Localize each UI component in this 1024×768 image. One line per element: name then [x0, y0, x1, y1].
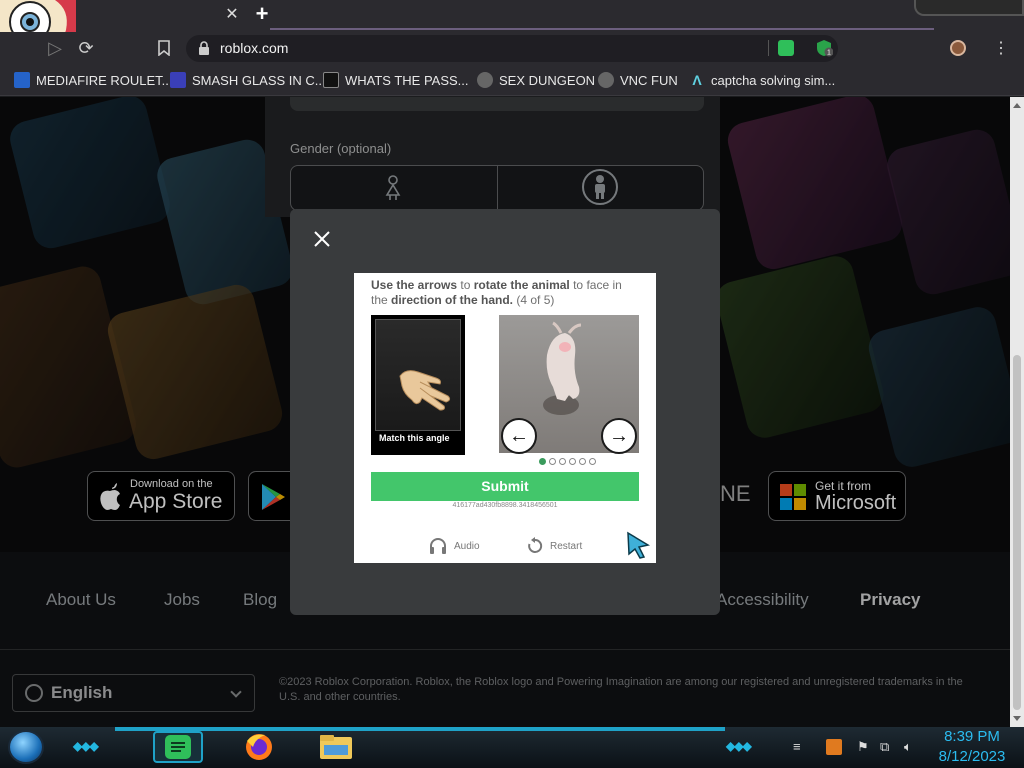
bookmark-vnc-fun[interactable]: VNC FUN — [598, 71, 678, 89]
headphones-icon — [430, 538, 446, 554]
bookmark-icon: Λ — [692, 72, 702, 88]
progress-dot — [549, 458, 556, 465]
mediafire-icon — [14, 72, 30, 88]
system-clock[interactable]: 8:39 PM 8/12/2023 — [934, 727, 1010, 767]
progress-dots — [539, 458, 596, 465]
clock-time: 8:39 PM — [944, 728, 1000, 745]
session-id: 416177ad430fb8898.3418456501 — [452, 502, 558, 509]
bookmark-icon — [323, 72, 339, 88]
flag-icon[interactable]: ⚑ — [857, 739, 869, 755]
bookmark-icon — [477, 72, 493, 88]
progress-dot — [589, 458, 596, 465]
taskbar-decoration: ◆◆◆ — [726, 739, 752, 753]
profile-icon[interactable] — [950, 40, 966, 56]
taskbar-app-notes[interactable] — [153, 731, 203, 763]
restart-label: Restart — [550, 540, 583, 552]
bookmarks-bar: MEDIAFIRE ROULET... SMASH GLASS IN C... … — [0, 64, 1024, 96]
hand-icon — [399, 370, 451, 411]
bookmark-label: VNC FUN — [620, 72, 678, 88]
navigation-bar: ▷ ⟳ roblox.com — [0, 32, 1024, 64]
bookmark-icon — [170, 72, 186, 88]
address-bar[interactable]: roblox.com — [186, 35, 838, 62]
toolbar-separator — [768, 40, 769, 56]
audio-label: Audio — [454, 540, 480, 552]
extension-green-icon[interactable] — [778, 40, 794, 56]
new-tab-button[interactable]: + — [250, 3, 274, 26]
url-text: roblox.com — [220, 40, 289, 56]
close-icon[interactable] — [312, 229, 332, 249]
svg-text:1: 1 — [827, 50, 831, 57]
bookmark-label: WHATS THE PASS... — [345, 72, 469, 88]
bookmark-smash-glass[interactable]: SMASH GLASS IN C... — [170, 71, 326, 89]
forward-icon[interactable]: ▷ — [42, 36, 68, 60]
rotate-right-button[interactable]: → — [601, 418, 637, 454]
tray-app-icon[interactable] — [826, 739, 842, 755]
clock-date: 8/12/2023 — [938, 748, 1006, 765]
bookmark-mediafire[interactable]: MEDIAFIRE ROULET... — [14, 71, 173, 89]
roblox-signup-page: Gender (optional) Download on the App St… — [0, 97, 1010, 727]
bookmark-label: SMASH GLASS IN C... — [192, 72, 326, 88]
progress-dot — [579, 458, 586, 465]
menu-icon[interactable]: ⋮ — [993, 38, 1009, 58]
progress-dot — [559, 458, 566, 465]
bookmark-label: SEX DUNGEON — [499, 72, 596, 88]
tab-close-button[interactable]: ✕ — [222, 5, 242, 25]
bookmark-captcha-sim[interactable]: Λ captcha solving sim... — [689, 71, 835, 89]
rotate-left-button[interactable]: ← — [501, 418, 537, 454]
bookmark-dungeon[interactable]: SEX DUNGEON — [477, 71, 595, 89]
progress-dot — [569, 458, 576, 465]
taskbar-file-explorer-icon[interactable] — [312, 731, 362, 763]
tray-expand-icon[interactable]: ≡ — [793, 739, 801, 754]
bookmark-label: MEDIAFIRE ROULET... — [36, 72, 173, 88]
reference-hand-image: Match this angle — [371, 315, 465, 455]
taskbar-firefox-icon[interactable] — [235, 731, 285, 763]
network-icon[interactable]: ⧉ — [880, 739, 889, 755]
restart-button[interactable]: Restart — [526, 537, 582, 555]
tab-bar — [0, 0, 1024, 32]
volume-icon[interactable]: 🔈︎ — [904, 739, 912, 755]
mouse-cursor-icon — [627, 531, 650, 559]
captcha-challenge: Use the arrows to rotate the animal to f… — [354, 273, 656, 563]
progress-dot — [539, 458, 546, 465]
bookmark-icon — [598, 72, 614, 88]
reload-icon[interactable]: ⟳ — [73, 36, 99, 60]
page-scrollbar[interactable] — [1010, 97, 1024, 727]
bookmark-whats-the-pass[interactable]: WHATS THE PASS... — [323, 71, 469, 89]
taskbar-decoration: ◆◆◆ — [73, 739, 99, 753]
start-button[interactable] — [8, 730, 44, 764]
submit-button[interactable]: Submit — [371, 472, 639, 501]
restart-icon — [528, 537, 543, 553]
bookmark-star-icon[interactable] — [151, 36, 177, 60]
captcha-modal: Use the arrows to rotate the animal to f… — [290, 209, 720, 615]
bookmark-label: captcha solving sim... — [711, 72, 836, 88]
match-angle-label: Match this angle — [379, 433, 450, 443]
audio-button[interactable]: Audio — [428, 537, 480, 555]
lock-icon — [199, 41, 209, 55]
extension-shield-icon[interactable]: 1 — [815, 39, 834, 57]
captcha-instructions: Use the arrows to rotate the animal to f… — [371, 278, 622, 307]
